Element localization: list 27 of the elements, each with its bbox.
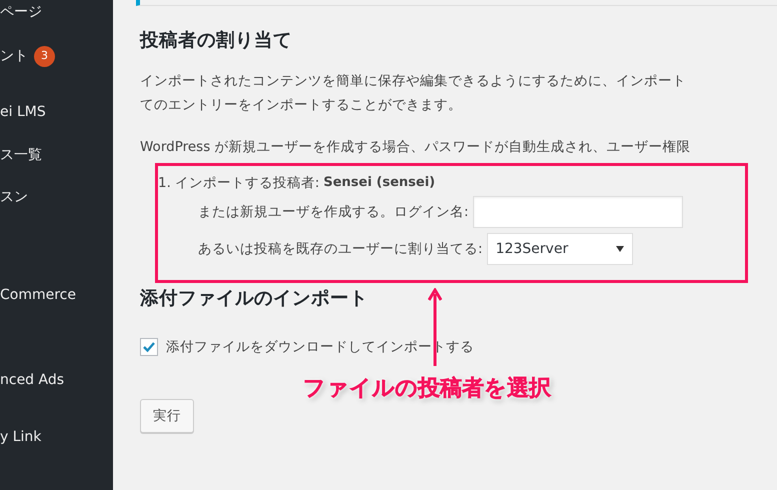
checkbox[interactable]: [140, 338, 158, 356]
sidebar-item[interactable]: ス一覧: [0, 144, 42, 166]
section-heading: 添付ファイルのインポート: [140, 287, 369, 311]
sidebar-item[interactable]: スン: [0, 186, 28, 208]
annotation-label: ファイルの投稿者を選択: [303, 375, 551, 403]
section-heading: 投稿者の割り当て: [140, 29, 293, 53]
field-label: あるいは投稿を既存のユーザーに割り当てる:: [198, 240, 483, 259]
caret-icon: [616, 246, 624, 252]
sidebar-item[interactable]: ント: [0, 46, 28, 66]
author-label: インポートする投稿者:: [174, 174, 320, 193]
field-label: または新規ユーザを作成する。ログイン名:: [198, 202, 469, 222]
checkbox-label: 添付ファイルをダウンロードしてインポートする: [166, 338, 474, 357]
author-name: Sensei (sensei): [323, 174, 436, 192]
sidebar-item[interactable]: y Link: [0, 426, 42, 448]
notification-badge: 3: [34, 46, 55, 66]
paragraph-line: てのエントリーをインポートすることができます。: [140, 96, 463, 115]
list-number: 1.: [158, 174, 171, 193]
sidebar-item[interactable]: nced Ads: [0, 370, 64, 390]
submit-button[interactable]: 実行: [140, 399, 194, 433]
sidebar-item[interactable]: Commerce: [0, 284, 76, 306]
paragraph-line: インポートされたコンテンツを簡単に保存や編集できるようにするために、インポート: [140, 72, 687, 91]
sidebar-item[interactable]: ページ: [0, 2, 42, 22]
sidebar-item[interactable]: ei LMS: [0, 102, 46, 122]
select-value: 123Server: [496, 240, 568, 258]
user-select[interactable]: 123Server: [486, 233, 633, 265]
paragraph: WordPress が新規ユーザーを作成する場合、パスワードが自動生成され、ユーザー権限: [140, 138, 692, 157]
login-name-field[interactable]: [472, 196, 683, 228]
